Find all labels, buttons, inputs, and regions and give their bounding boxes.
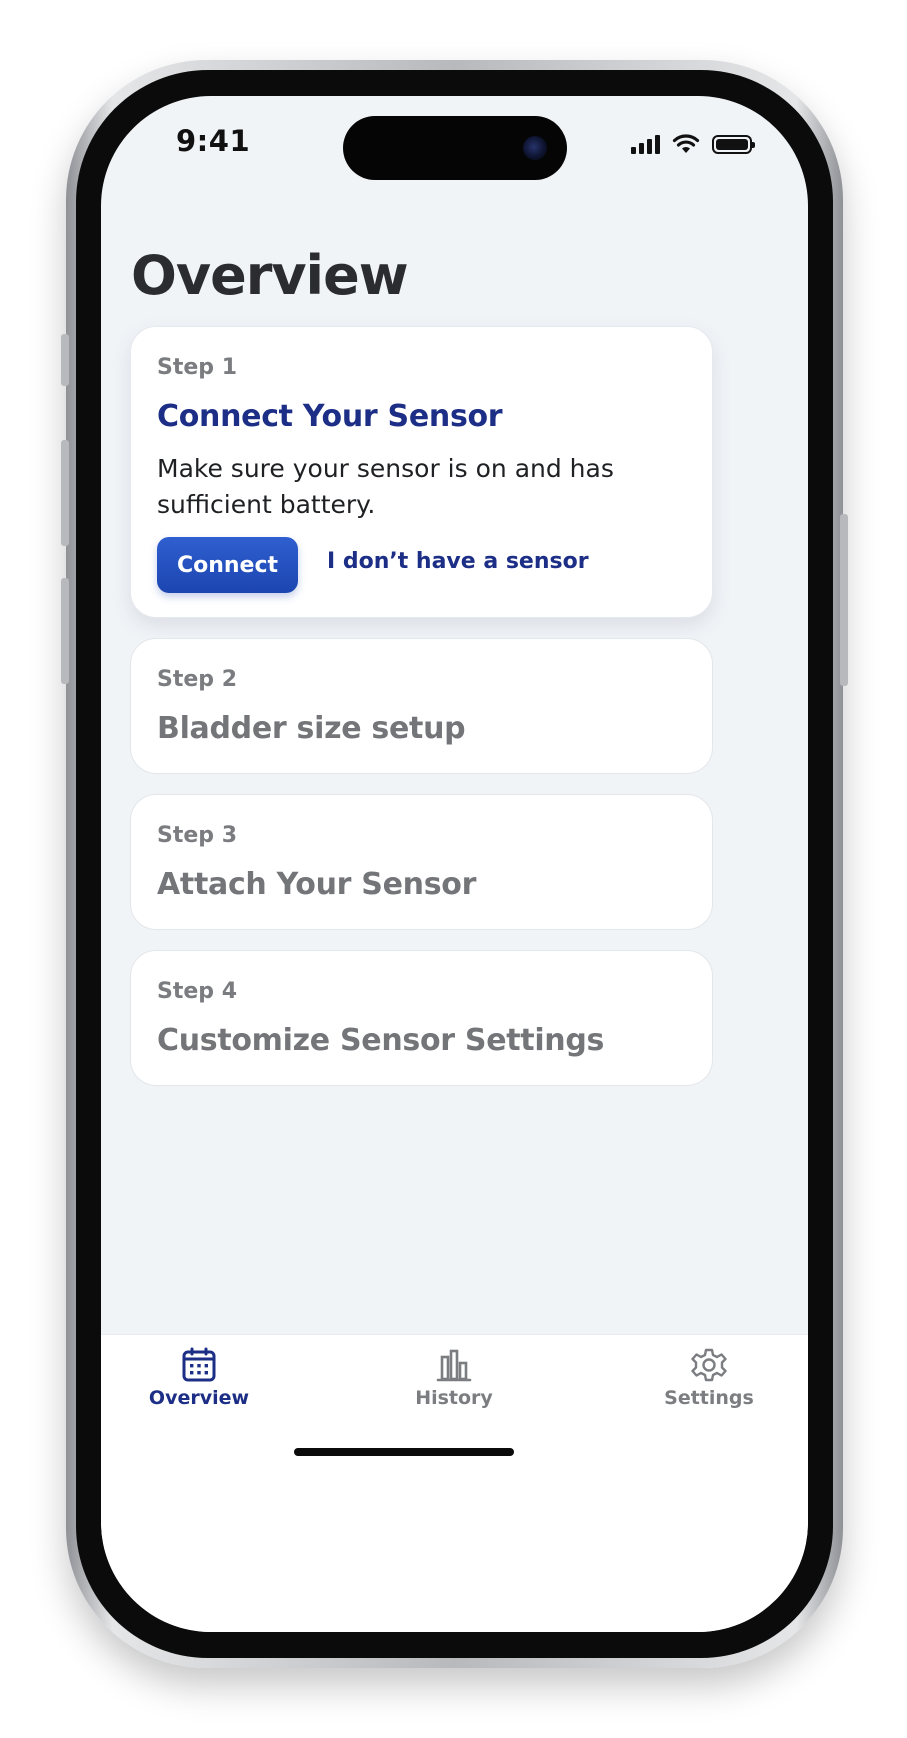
tab-overview[interactable]: Overview	[119, 1347, 279, 1409]
step-card-bladder-size[interactable]: Step 2 Bladder size setup	[130, 638, 713, 774]
tab-label: Settings	[664, 1387, 754, 1409]
step-card-connect-sensor: Step 1 Connect Your Sensor Make sure you…	[130, 326, 713, 618]
tab-bar: Overview History Settings	[101, 1334, 808, 1632]
dynamic-island	[343, 116, 567, 180]
tab-label: History	[415, 1387, 493, 1409]
step-title: Attach Your Sensor	[157, 867, 477, 902]
tab-settings[interactable]: Settings	[629, 1347, 789, 1409]
step-title: Bladder size setup	[157, 711, 466, 746]
status-time: 9:41	[176, 124, 251, 158]
home-indicator[interactable]	[294, 1448, 514, 1456]
power-button	[840, 514, 848, 686]
battery-icon	[712, 135, 755, 154]
action-button	[61, 334, 69, 386]
tab-history[interactable]: History	[374, 1347, 534, 1409]
step-label: Step 3	[157, 823, 237, 848]
no-sensor-link[interactable]: I don’t have a sensor	[327, 549, 589, 574]
step-description: Make sure your sensor is on and has suff…	[157, 454, 614, 519]
volume-down-button	[61, 578, 69, 684]
page-title: Overview	[131, 244, 409, 307]
step-card-customize-settings[interactable]: Step 4 Customize Sensor Settings	[130, 950, 713, 1086]
step-label: Step 1	[157, 355, 237, 380]
volume-up-button	[61, 440, 69, 546]
connect-button[interactable]: Connect	[157, 537, 298, 593]
bar-chart-icon	[436, 1349, 472, 1382]
app-screen: 9:41 Overview Step 1 Connect Your Sensor…	[101, 96, 808, 1632]
cellular-signal-icon	[631, 134, 660, 154]
step-title: Customize Sensor Settings	[157, 1023, 605, 1058]
status-icons	[631, 134, 755, 154]
front-camera-icon	[523, 136, 547, 160]
tab-label: Overview	[148, 1387, 250, 1409]
gear-icon	[691, 1348, 727, 1382]
step-label: Step 2	[157, 667, 237, 692]
step-title: Connect Your Sensor	[157, 399, 503, 434]
calendar-icon	[182, 1347, 216, 1382]
step-label: Step 4	[157, 979, 237, 1004]
step-card-attach-sensor[interactable]: Step 3 Attach Your Sensor	[130, 794, 713, 930]
wifi-icon	[672, 134, 700, 153]
